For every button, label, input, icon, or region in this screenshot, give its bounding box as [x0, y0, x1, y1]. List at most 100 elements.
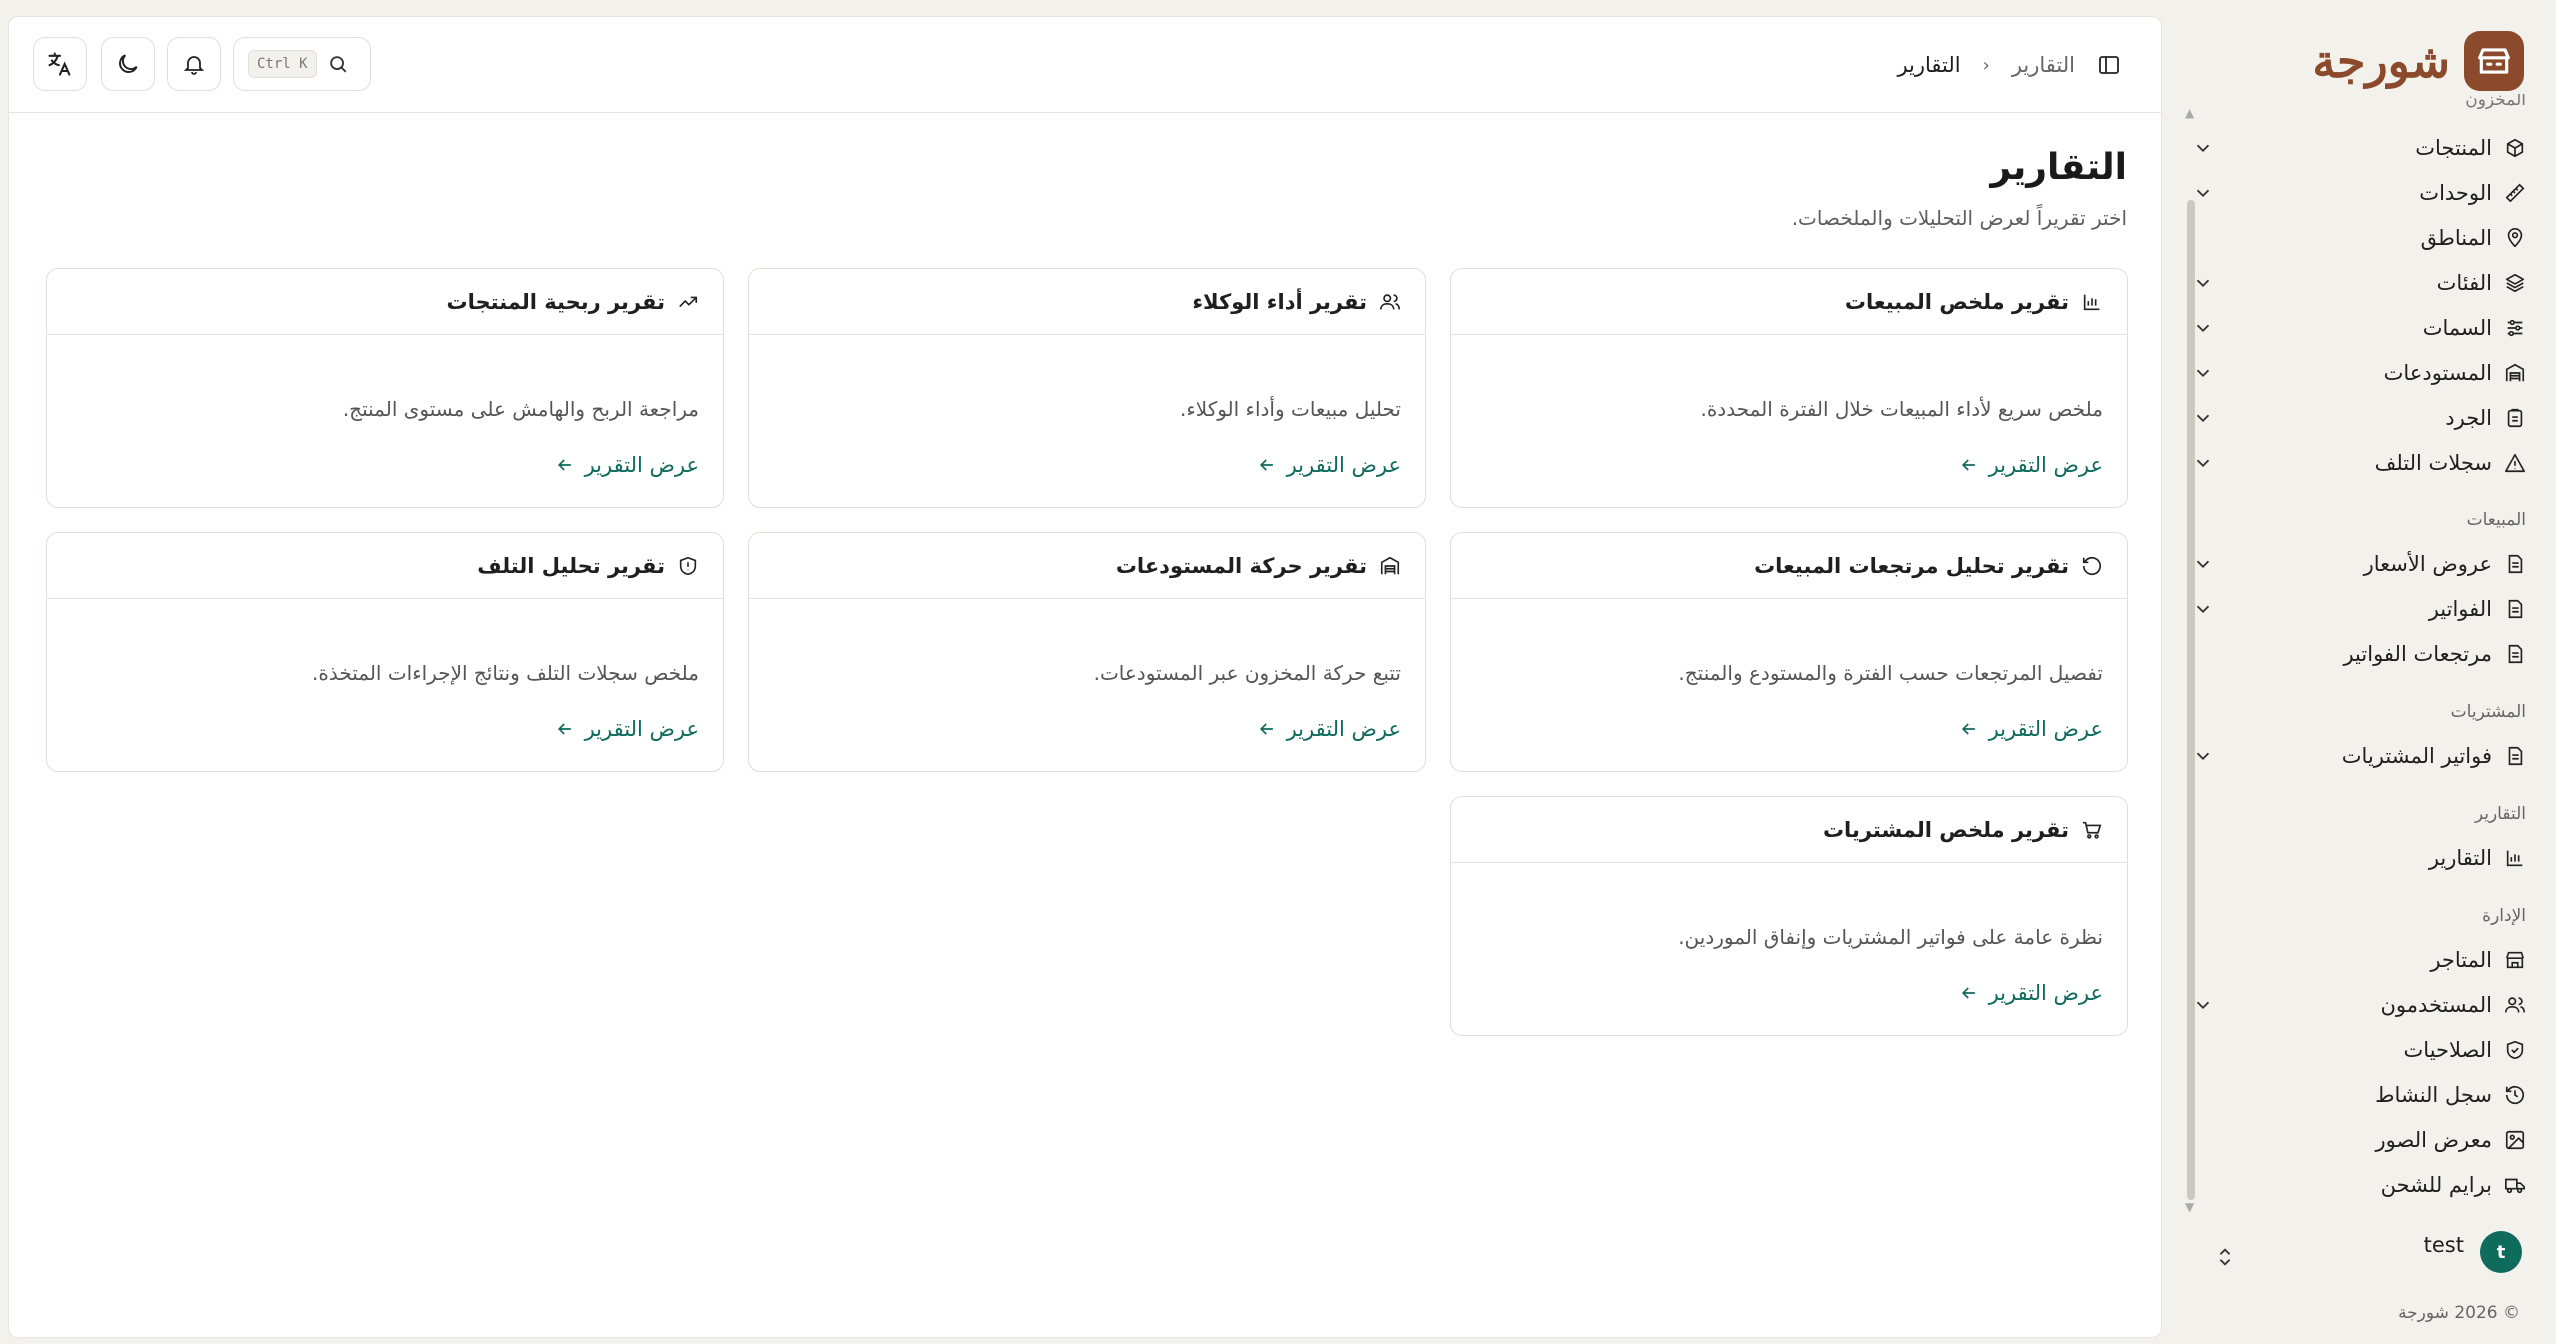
sidebar-item-permissions[interactable]: الصلاحيات — [2192, 1030, 2536, 1070]
nav-group-title-reports: التقارير — [2474, 804, 2526, 824]
dark-mode-toggle[interactable] — [101, 37, 155, 91]
history-icon — [2505, 1086, 2525, 1105]
box-icon — [2506, 138, 2524, 158]
moon-icon — [119, 54, 138, 73]
breadcrumb-separator-icon: ‹ — [1982, 54, 1990, 76]
file-icon — [2508, 554, 2523, 574]
brand-logo[interactable]: شورجة — [2312, 30, 2524, 92]
breadcrumb-link[interactable]: التقارير — [2012, 53, 2075, 77]
search-button[interactable]: Ctrl K — [233, 37, 371, 91]
nav-group-title-admin: الإدارة — [2482, 906, 2526, 926]
map-pin-icon — [2507, 228, 2523, 248]
chevron-down-icon[interactable] — [2192, 598, 2214, 620]
search-icon — [329, 56, 347, 73]
card-description: مراجعة الربح والهامش على مستوى المنتج. — [342, 397, 699, 421]
warehouse-icon — [2505, 363, 2525, 382]
ruler-icon — [2505, 183, 2525, 203]
arrow-left-icon — [1259, 723, 1273, 735]
chevron-down-icon[interactable] — [2192, 182, 2214, 204]
notifications-button[interactable] — [167, 37, 221, 91]
chevrons-up-down-icon[interactable] — [2214, 1246, 2236, 1268]
sidebar-item-invoice-returns[interactable]: مرتجعات الفواتير — [2192, 634, 2536, 674]
link-label: عرض التقرير — [584, 717, 699, 741]
arrow-left-icon — [1961, 987, 1975, 999]
brand-name: شورجة — [2312, 34, 2450, 88]
card-title: تقرير تحليل مرتجعات المبيعات — [1754, 553, 2069, 578]
sidebar-item-label: عروض الأسعار — [2363, 552, 2492, 576]
shield-alert-icon — [679, 556, 697, 575]
sidebar-toggle-icon[interactable] — [2097, 53, 2121, 77]
arrow-left-icon — [1961, 723, 1975, 735]
sidebar-item-prime-shipping[interactable]: برايم للشحن — [2192, 1165, 2536, 1204]
card-header: تقرير حركة المستودعات — [749, 533, 1425, 599]
sidebar-item-warehouses[interactable]: المستودعات — [2192, 353, 2536, 393]
sidebar-item-purchase-invoices[interactable]: فواتير المشتريات — [2192, 736, 2536, 776]
card-header: تقرير أداء الوكلاء — [749, 269, 1425, 335]
sidebar-item-label: المناطق — [2420, 226, 2492, 250]
chevron-down-icon[interactable] — [2192, 553, 2214, 575]
file-icon — [2508, 599, 2523, 619]
sidebar-item-stocktake[interactable]: الجرد — [2192, 398, 2536, 438]
card-header: تقرير ملخص المشتريات — [1451, 797, 2127, 863]
layers-icon — [2505, 273, 2525, 293]
report-card-product-profitability: تقرير ربحية المنتجات مراجعة الربح والهام… — [46, 268, 724, 508]
chevron-down-icon[interactable] — [2192, 452, 2214, 474]
clipboard-icon — [2507, 408, 2523, 428]
view-report-link[interactable]: عرض التقرير — [555, 453, 699, 477]
card-description: تحليل مبيعات وأداء الوكلاء. — [1180, 397, 1401, 421]
breadcrumb: التقارير ‹ التقارير — [1897, 47, 2121, 83]
sidebar-item-reports[interactable]: التقارير — [2192, 838, 2536, 878]
trending-up-icon — [679, 296, 698, 307]
chevron-down-icon[interactable] — [2192, 407, 2214, 429]
view-report-link[interactable]: عرض التقرير — [555, 717, 699, 741]
card-description: ملخص سريع لأداء المبيعات خلال الفترة الم… — [1700, 397, 2103, 421]
scroll-up-arrow[interactable]: ▲ — [2185, 106, 2194, 120]
copyright: © 2026 شورجة — [2398, 1303, 2520, 1323]
card-title: تقرير تحليل التلف — [477, 553, 665, 578]
sidebar-item-activity-log[interactable]: سجل النشاط — [2192, 1075, 2536, 1115]
chevron-down-icon[interactable] — [2192, 317, 2214, 339]
sidebar-item-label: سجل النشاط — [2375, 1083, 2492, 1107]
report-card-agents-performance: تقرير أداء الوكلاء تحليل مبيعات وأداء ال… — [748, 268, 1426, 508]
chevron-down-icon[interactable] — [2192, 745, 2214, 767]
avatar: t — [2480, 1231, 2522, 1273]
sidebar-item-gallery[interactable]: معرض الصور — [2192, 1120, 2536, 1160]
view-report-link[interactable]: عرض التقرير — [1257, 717, 1401, 741]
nav-group-title-purchases: المشتريات — [2450, 702, 2526, 722]
sidebar-item-units[interactable]: الوحدات — [2192, 173, 2536, 213]
card-header: تقرير تحليل التلف — [47, 533, 723, 599]
sidebar-item-label: المنتجات — [2415, 136, 2492, 160]
view-report-link[interactable]: عرض التقرير — [1959, 981, 2103, 1005]
view-report-link[interactable]: عرض التقرير — [1257, 453, 1401, 477]
sidebar-item-invoices[interactable]: الفواتير — [2192, 589, 2536, 629]
link-label: عرض التقرير — [1988, 453, 2103, 477]
page-subtitle: اختر تقريراً لعرض التحليلات والملخصات. — [1791, 206, 2127, 230]
sidebar-item-regions[interactable]: المناطق — [2192, 218, 2536, 258]
chevron-down-icon[interactable] — [2192, 272, 2214, 294]
language-button[interactable] — [33, 37, 87, 91]
page-header: التقارير اختر تقريراً لعرض التحليلات وال… — [1792, 147, 2127, 230]
store-logo-icon — [2464, 31, 2524, 91]
scroll-down-arrow[interactable]: ▼ — [2185, 1200, 2194, 1214]
sidebar-item-products[interactable]: المنتجات — [2192, 128, 2536, 168]
alert-triangle-icon — [2505, 453, 2525, 473]
cart-icon — [2082, 821, 2102, 839]
sidebar-item-damage-logs[interactable]: سجلات التلف — [2192, 443, 2536, 483]
sidebar-item-categories[interactable]: الفئات — [2192, 263, 2536, 303]
chevron-down-icon[interactable] — [2192, 137, 2214, 159]
sidebar-item-quotes[interactable]: عروض الأسعار — [2192, 544, 2536, 584]
translate-icon — [48, 52, 71, 76]
user-menu[interactable]: t test — [2424, 1230, 2522, 1274]
chevron-down-icon[interactable] — [2192, 362, 2214, 384]
sidebar-item-attributes[interactable]: السمات — [2192, 308, 2536, 348]
sidebar-item-stores[interactable]: المتاجر — [2192, 940, 2536, 980]
card-title: تقرير أداء الوكلاء — [1192, 289, 1367, 314]
sidebar-item-label: الفواتير — [2428, 597, 2492, 621]
sidebar-scrollbar[interactable] — [2187, 200, 2195, 1200]
view-report-link[interactable]: عرض التقرير — [1959, 717, 2103, 741]
chevron-down-icon[interactable] — [2192, 994, 2214, 1016]
card-title: تقرير ملخص المبيعات — [1844, 289, 2069, 314]
link-label: عرض التقرير — [1286, 453, 1401, 477]
sidebar-item-users[interactable]: المستخدمون — [2192, 985, 2536, 1025]
view-report-link[interactable]: عرض التقرير — [1959, 453, 2103, 477]
